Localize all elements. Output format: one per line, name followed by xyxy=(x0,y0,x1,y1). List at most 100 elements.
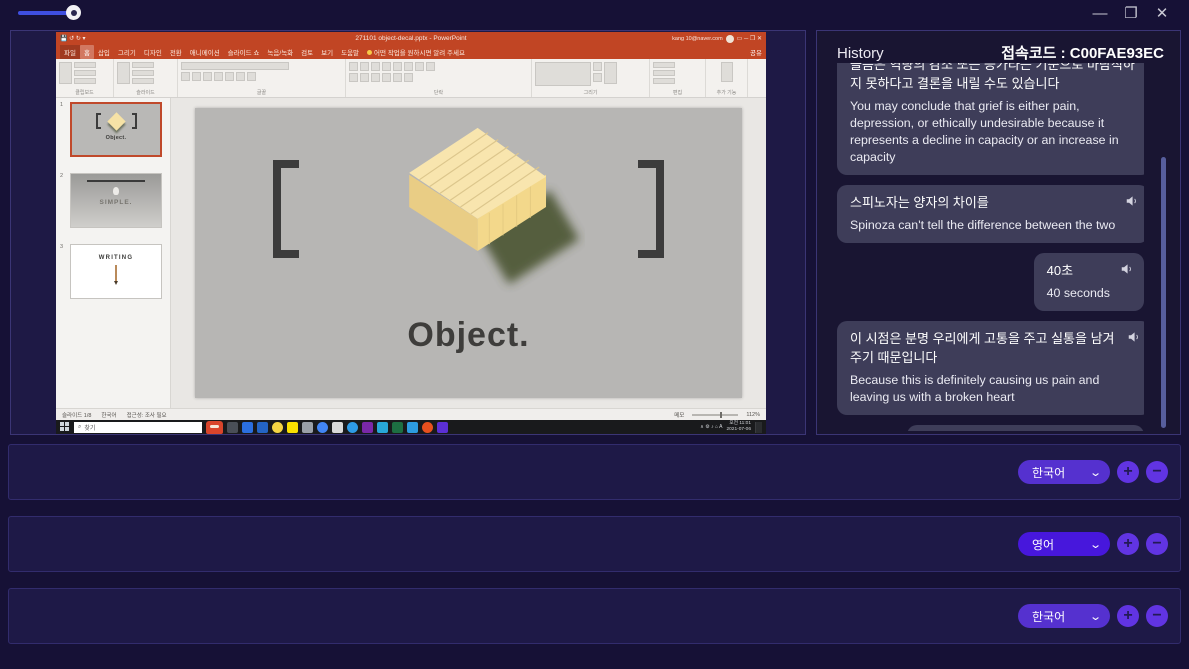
taskbar-app-icon xyxy=(317,422,328,433)
taskbar-app-icon xyxy=(392,422,403,433)
remove-button[interactable]: − xyxy=(1146,533,1168,555)
speaker-icon[interactable] xyxy=(1120,262,1134,276)
ppt-tab-slideshow: 슬라이드 쇼 xyxy=(224,45,264,59)
ppt-tab-draw: 그리기 xyxy=(114,45,140,59)
ribbon-group-addins: 추가 기능 xyxy=(706,59,748,97)
chevron-down-icon: ⌄ xyxy=(1089,466,1102,479)
bracket-right-icon xyxy=(638,160,664,258)
speaker-icon[interactable] xyxy=(1125,194,1139,208)
ppt-tab-review: 검토 xyxy=(297,45,317,59)
taskbar-app-icon xyxy=(437,422,448,433)
history-panel: History 접속코드 : C00FAE93EC 슬픔은 역량의 감소 또는 … xyxy=(816,30,1181,435)
add-button[interactable]: + xyxy=(1117,461,1139,483)
ribbon-group-clipboard: 클립보드 xyxy=(56,59,114,97)
ppt-titlebar: 💾 ↺ ↻ ▾ 271101 object-decal.pptx - Power… xyxy=(56,32,766,45)
status-accessibility: 접근성: 조사 필요 xyxy=(127,411,167,419)
current-slide: Object. xyxy=(195,108,742,398)
taskbar-app-icon xyxy=(347,422,358,433)
message-english: You may conclude that grief is either pa… xyxy=(850,98,1138,166)
access-code: 접속코드 : C00FAE93EC xyxy=(1001,42,1164,63)
restore-button[interactable]: ❐ xyxy=(1120,2,1142,24)
slide-number: 2 xyxy=(60,173,63,179)
ppt-tab-help: 도움말 xyxy=(337,45,363,59)
ribbon-group-font: 글꼴 xyxy=(178,59,346,97)
ppt-window-title: 271101 object-decal.pptx - PowerPoint xyxy=(56,35,766,42)
taskbar-app-icon xyxy=(362,422,373,433)
ppt-editor-area: Object. xyxy=(171,98,766,408)
speaker-icon[interactable] xyxy=(1127,330,1141,344)
ppt-slide-thumbnails: 1 Object. 2 SIMPLE xyxy=(56,98,171,408)
windows-taskbar: ⌕ 찾기 ∧ ⚙ ♪ ⌂ A 오전 11:01 2021-07-06 xyxy=(56,420,766,434)
ppt-ribbon: 클립보드 슬라이드 글꼴 단락 그리기 편집 xyxy=(56,59,766,98)
add-button[interactable]: + xyxy=(1117,605,1139,627)
taskbar-tray: ∧ ⚙ ♪ ⌂ A 오전 11:01 2021-07-06 xyxy=(700,421,762,433)
history-scrollbar[interactable] xyxy=(1161,157,1166,428)
mascot-icon xyxy=(206,421,223,434)
ppt-share-button: 공유 xyxy=(750,47,762,57)
pencil-icon xyxy=(115,265,117,281)
bracket-icon xyxy=(132,113,137,129)
message-list[interactable]: 슬픔은 역량의 감소 또는 증가라는 기준으로 바람직하 지 못하다고 결론을 … xyxy=(837,63,1144,431)
language-select[interactable]: 한국어 ⌄ xyxy=(1018,604,1110,628)
message-korean: 스피노자는 양자의 차이를 xyxy=(850,193,1115,212)
taskbar-app-icon xyxy=(257,422,268,433)
remove-button[interactable]: − xyxy=(1146,461,1168,483)
powerpoint-screenshot: 💾 ↺ ↻ ▾ 271101 object-decal.pptx - Power… xyxy=(56,32,766,434)
volume-slider[interactable] xyxy=(18,10,80,16)
message-bubble: 스피노자는 양자의 차이를 Spinoza can't tell the dif… xyxy=(837,185,1144,243)
remove-button[interactable]: − xyxy=(1146,605,1168,627)
language-select[interactable]: 한국어 ⌄ xyxy=(1018,460,1110,484)
message-english: 40 seconds xyxy=(1047,285,1110,302)
slide-thumbnail-3: WRITING xyxy=(70,244,162,299)
ppt-tab-animations: 애니메이션 xyxy=(186,45,224,59)
ppt-ribbon-tabs: 파일 홈 삽입 그리기 디자인 전환 애니메이션 슬라이드 쇼 녹음/녹화 검토… xyxy=(56,45,766,59)
translation-row-1: 한국어 ⌄ + − xyxy=(8,444,1181,500)
screen-share-panel[interactable]: 💾 ↺ ↻ ▾ 271101 object-decal.pptx - Power… xyxy=(10,30,806,435)
slider-thumb-icon[interactable] xyxy=(66,5,81,20)
ribbon-group-paragraph: 단락 xyxy=(346,59,532,97)
taskbar-app-icon xyxy=(422,422,433,433)
taskbar-app-icon xyxy=(242,422,253,433)
taskbar-app-icon xyxy=(287,422,298,433)
sticky-note-icon xyxy=(107,112,125,130)
message-bubble: 40초 40 seconds xyxy=(1034,253,1144,311)
ppt-status-bar: 슬라이드 1/8 한국어 접근성: 조사 필요 메모 112% xyxy=(56,408,766,420)
ppt-tab-transitions: 전환 xyxy=(166,45,186,59)
ppt-tab-design: 디자인 xyxy=(140,45,166,59)
taskbar-app-icons xyxy=(227,422,448,433)
message-korean: 슬픔은 역량의 감소 또는 증가라는 기준으로 바람직하 xyxy=(850,63,1138,74)
bracket-left-icon xyxy=(273,160,299,258)
message-bubble: 슬픔은 역량의 감소 또는 증가라는 기준으로 바람직하 지 못하다고 결론을 … xyxy=(837,63,1144,175)
minimize-button[interactable]: — xyxy=(1089,2,1111,24)
ppt-account-name: kang 10@naver.com xyxy=(672,36,723,42)
language-select[interactable]: 영어 ⌄ xyxy=(1018,532,1110,556)
message-korean: 지 못하다고 결론을 내릴 수도 있습니다 xyxy=(850,74,1138,93)
taskbar-search: ⌕ 찾기 xyxy=(74,422,202,433)
ppt-tab-insert: 삽입 xyxy=(94,45,114,59)
status-slide-count: 슬라이드 1/8 xyxy=(62,411,91,419)
chevron-down-icon: ⌄ xyxy=(1089,610,1102,623)
message-bubble: 그 자체로는 나쁘다고 말하셨습니다 He said it was bad in… xyxy=(907,425,1144,431)
ppt-tab-record: 녹음/녹화 xyxy=(263,45,297,59)
zoom-slider-icon xyxy=(692,414,738,416)
slide-thumbnail-2: SIMPLE. xyxy=(70,173,162,228)
windows-start-icon xyxy=(60,422,70,432)
close-button[interactable]: ✕ xyxy=(1151,2,1173,24)
tray-date: 2021-07-06 xyxy=(726,427,751,432)
message-bubble: 이 시점은 분명 우리에게 고통을 주고 실통을 남겨 주기 때문입니다 Bec… xyxy=(837,321,1144,415)
slide-number: 3 xyxy=(60,244,63,250)
add-button[interactable]: + xyxy=(1117,533,1139,555)
notification-icon xyxy=(755,422,762,433)
lightbulb-icon xyxy=(367,50,372,55)
ppt-tab-view: 보기 xyxy=(317,45,337,59)
ppt-tab-home: 홈 xyxy=(80,45,94,59)
bracket-icon xyxy=(96,113,101,129)
slide-title-text: Object. xyxy=(195,316,742,355)
ppt-tellme: 어떤 작업을 원하시면 알려 주세요 xyxy=(367,47,465,57)
message-korean: 이 시점은 분명 우리에게 고통을 주고 실통을 남겨 주기 때문입니다 xyxy=(850,329,1117,367)
sticky-note-image xyxy=(370,114,585,304)
slide-thumbnail-1: Object. xyxy=(70,102,162,157)
ppt-tab-file: 파일 xyxy=(60,45,80,59)
message-korean: 40초 xyxy=(1047,261,1110,280)
tray-icons: ∧ ⚙ ♪ ⌂ A xyxy=(700,424,722,430)
